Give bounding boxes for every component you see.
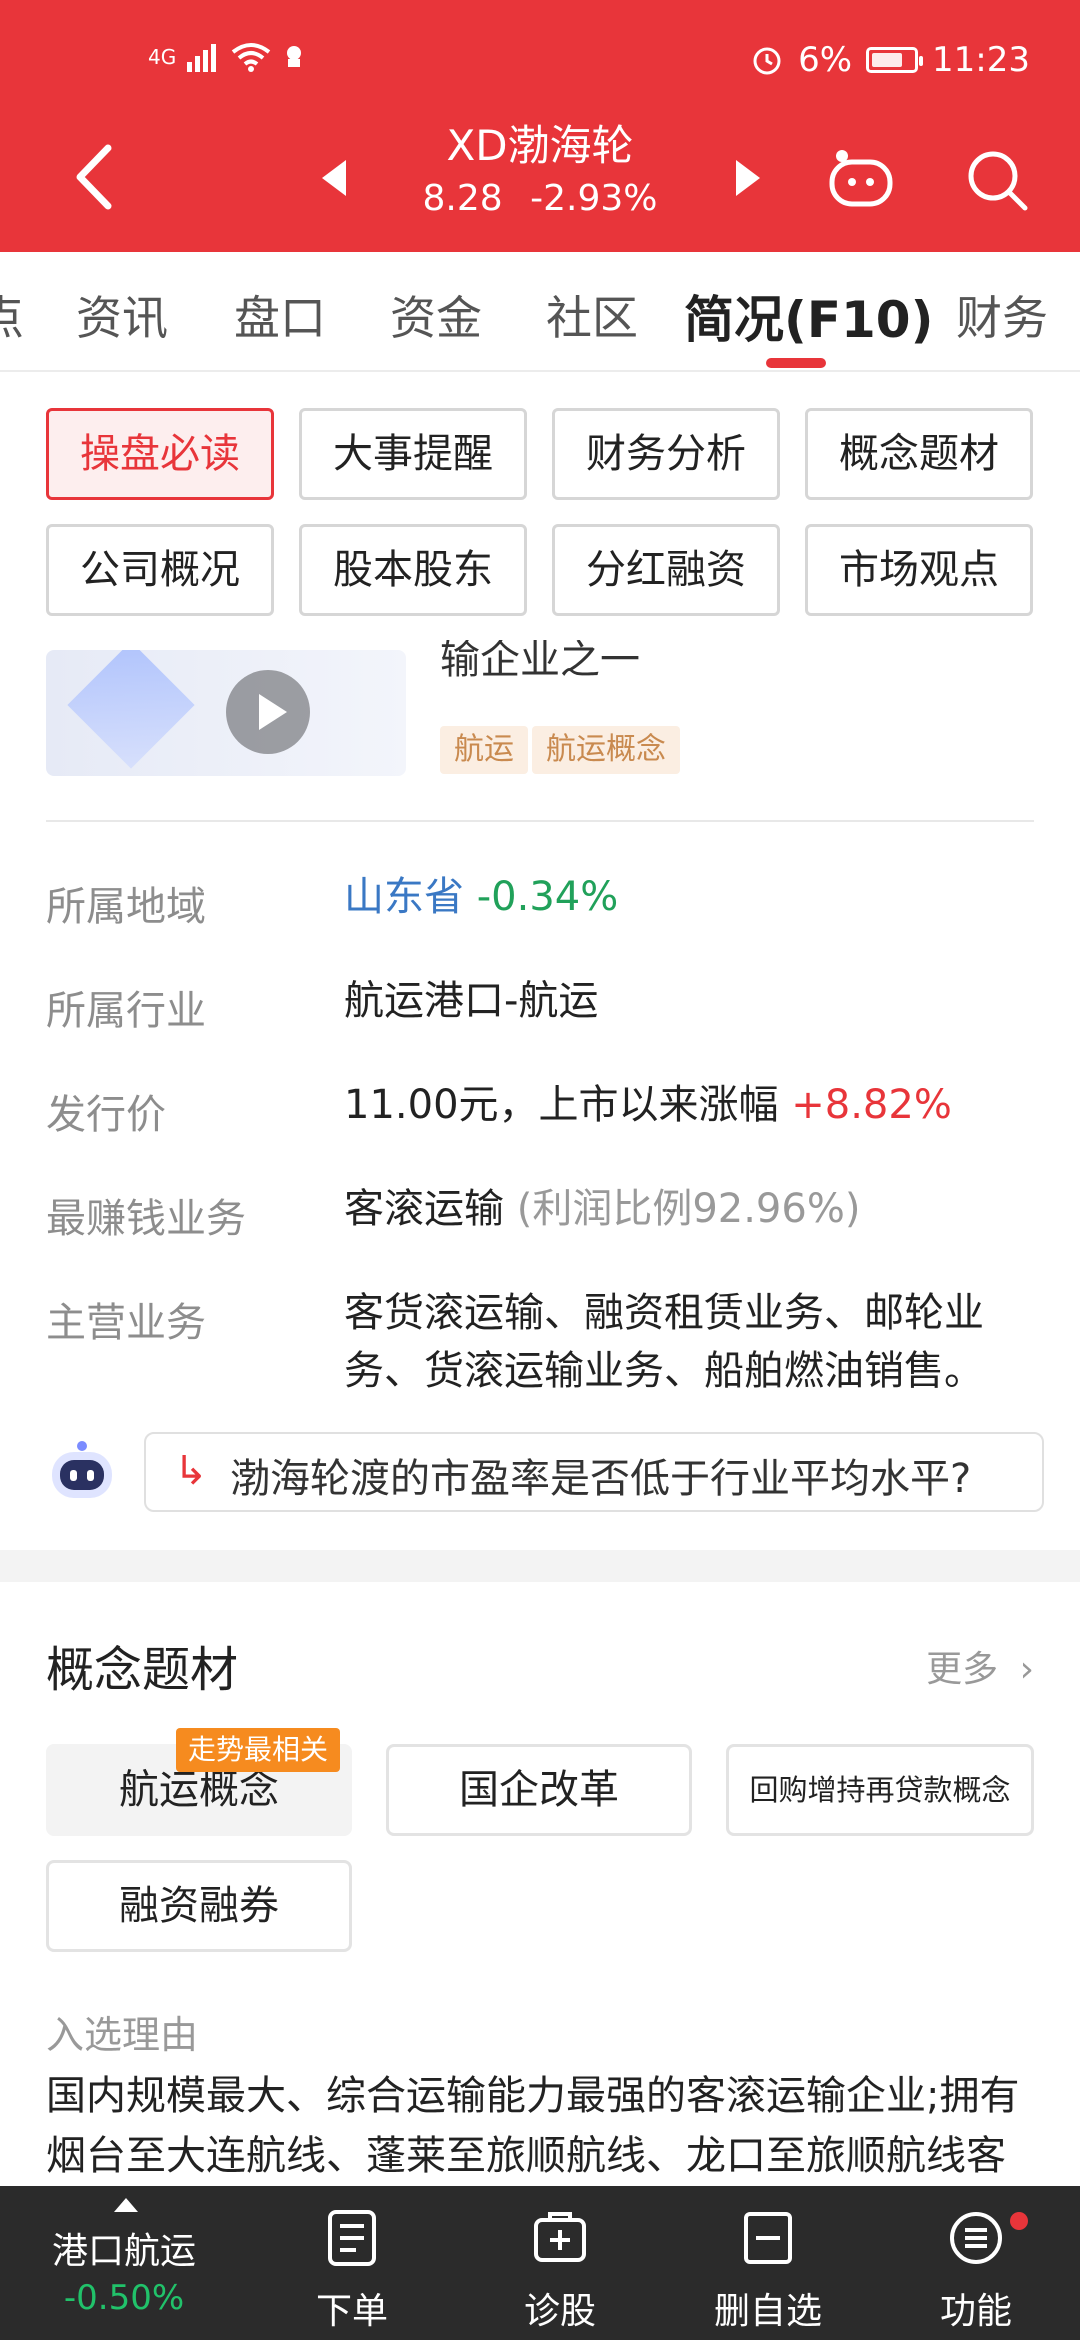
chip-concepts[interactable]: 概念题材 bbox=[805, 408, 1033, 500]
concept-margin-trading[interactable]: 融资融券 bbox=[46, 1860, 352, 1952]
functions-button[interactable]: 功能 bbox=[876, 2186, 1076, 2340]
reason-text: 国内规模最大、综合运输能力最强的客滚运输企业;拥有烟台至大连航线、蓬莱至旅顺航线… bbox=[46, 2073, 1020, 2179]
ipo-price-value: 11.00元，上市以来涨幅 bbox=[344, 1082, 779, 1128]
clock: 11:23 bbox=[932, 40, 1030, 80]
video-art bbox=[67, 650, 195, 769]
diagnose-button[interactable]: 诊股 bbox=[460, 2186, 660, 2340]
company-video-thumbnail[interactable] bbox=[46, 650, 406, 776]
wifi-icon bbox=[232, 43, 271, 72]
notification-icon bbox=[287, 46, 302, 67]
ipo-price-label: 发行价 bbox=[46, 1092, 166, 1138]
industry-value: 航运港口-航运 bbox=[344, 978, 599, 1024]
bottom-bar: 港口航运 -0.50% 下单 诊股 删自选 功能 bbox=[0, 2186, 1080, 2340]
chip-shareholders[interactable]: 股本股东 bbox=[299, 524, 527, 616]
chip-market-views[interactable]: 市场观点 bbox=[805, 524, 1033, 616]
app-header: 4G 6% 11:23 XD渤海轮 8.28 -2.93% bbox=[0, 0, 1080, 252]
play-icon[interactable] bbox=[226, 670, 310, 754]
search-icon[interactable] bbox=[965, 148, 1029, 212]
main-business-value: 客货滚运输、融资租赁业务、邮轮业务、货滚运输业务、船舶燃油销售。 bbox=[344, 1290, 984, 1394]
tab-finance[interactable]: 财务 bbox=[956, 282, 1048, 348]
status-bar: 4G 6% 11:23 bbox=[0, 40, 1080, 90]
alarm-icon bbox=[753, 47, 781, 75]
chip-trading-guide[interactable]: 操盘必读 bbox=[46, 408, 274, 500]
back-arrow-icon[interactable] bbox=[70, 142, 120, 212]
stock-quote: 8.28 -2.93% bbox=[300, 176, 780, 222]
tab-funds[interactable]: 资金 bbox=[390, 282, 482, 348]
diagnose-label: 诊股 bbox=[523, 2291, 596, 2332]
order-icon bbox=[328, 2210, 376, 2266]
stock-title-block: XD渤海轮 8.28 -2.93% bbox=[300, 120, 780, 222]
menu-icon bbox=[950, 2212, 1002, 2264]
sector-change: -0.50% bbox=[63, 2278, 185, 2318]
ipo-price-row: 11.00元，上市以来涨幅 +8.82% bbox=[344, 1076, 1044, 1134]
order-button[interactable]: 下单 bbox=[252, 2186, 452, 2340]
functions-label: 功能 bbox=[939, 2291, 1012, 2332]
top-business-value: 客滚运输 bbox=[344, 1186, 504, 1232]
industry-label: 所属行业 bbox=[46, 988, 206, 1034]
ipo-gain: +8.82% bbox=[791, 1082, 952, 1128]
expand-up-icon bbox=[114, 2198, 138, 2212]
chip-dividends[interactable]: 分红融资 bbox=[552, 524, 780, 616]
battery-percent: 6% bbox=[798, 40, 853, 80]
tab-f10[interactable]: 简况(F10) bbox=[684, 280, 933, 352]
tab-news[interactable]: 资讯 bbox=[76, 282, 168, 348]
most-related-badge: 走势最相关 bbox=[176, 1728, 341, 1772]
chip-financial-analysis[interactable]: 财务分析 bbox=[552, 408, 780, 500]
region-value[interactable]: 山东省 bbox=[344, 874, 464, 920]
tag-shipping[interactable]: 航运 bbox=[440, 726, 528, 774]
top-business-row: 客滚运输 (利润比例92.96%) bbox=[344, 1180, 1044, 1238]
top-business-ratio: (利润比例92.96%) bbox=[516, 1186, 861, 1232]
top-business-label: 最赚钱业务 bbox=[46, 1196, 246, 1242]
section-separator bbox=[0, 1550, 1080, 1582]
remove-watchlist-icon bbox=[744, 2212, 792, 2264]
ai-question-text: 渤海轮渡的市盈率是否低于行业平均水平? bbox=[230, 1456, 972, 1502]
concept-soe-reform[interactable]: 国企改革 bbox=[386, 1744, 692, 1836]
network-label: 4G bbox=[148, 45, 177, 69]
order-label: 下单 bbox=[315, 2291, 388, 2332]
stock-change: -2.93% bbox=[530, 178, 658, 219]
remove-watchlist-label: 删自选 bbox=[713, 2291, 822, 2332]
more-label: 更多 bbox=[926, 1649, 999, 1690]
ai-robot-icon[interactable] bbox=[46, 1440, 118, 1504]
notification-dot bbox=[1010, 2212, 1028, 2230]
remove-watchlist-button[interactable]: 删自选 bbox=[668, 2186, 868, 2340]
active-tab-indicator bbox=[766, 358, 826, 368]
concept-buyback-loan[interactable]: 回购增持再贷款概念 bbox=[726, 1744, 1034, 1836]
tab-quote[interactable]: 盘口 bbox=[234, 282, 326, 348]
reply-arrow-icon: ↳ bbox=[174, 1448, 208, 1494]
main-business-label: 主营业务 bbox=[46, 1300, 206, 1346]
next-stock-icon[interactable] bbox=[736, 160, 760, 196]
diagnose-icon bbox=[534, 2212, 586, 2262]
status-right: 6% 11:23 bbox=[750, 40, 1030, 80]
sector-widget[interactable]: 港口航运 -0.50% bbox=[0, 2186, 248, 2340]
signal-icon bbox=[187, 44, 217, 72]
ai-question-box[interactable]: ↳ 渤海轮渡的市盈率是否低于行业平均水平? bbox=[144, 1432, 1044, 1512]
concepts-title: 概念题材 bbox=[46, 1642, 239, 1698]
reason-label: 入选理由 bbox=[46, 2013, 199, 2057]
chip-events[interactable]: 大事提醒 bbox=[299, 408, 527, 500]
battery-icon bbox=[866, 47, 924, 73]
tab-partial[interactable]: 点 bbox=[0, 282, 24, 348]
company-intro-text: 输企业之一 bbox=[440, 640, 640, 680]
tab-bar: 点 资讯 盘口 资金 社区 简况(F10) 财务 bbox=[0, 252, 1080, 372]
stock-name: XD渤海轮 bbox=[446, 121, 634, 170]
region-label: 所属地域 bbox=[46, 884, 206, 930]
sector-name: 港口航运 bbox=[51, 2231, 196, 2272]
tab-community[interactable]: 社区 bbox=[546, 282, 638, 348]
concepts-more[interactable]: 更多 › bbox=[926, 1640, 1034, 1692]
robot-assistant-icon[interactable] bbox=[828, 148, 894, 208]
region-change: -0.34% bbox=[476, 874, 619, 920]
tag-shipping-concept[interactable]: 航运概念 bbox=[532, 726, 680, 774]
region-value-row: 山东省 -0.34% bbox=[344, 868, 1044, 926]
status-left: 4G bbox=[148, 42, 306, 72]
chevron-right-icon: › bbox=[1019, 1649, 1034, 1690]
stock-price: 8.28 bbox=[422, 178, 503, 219]
chip-company-profile[interactable]: 公司概况 bbox=[46, 524, 274, 616]
divider bbox=[46, 820, 1034, 822]
